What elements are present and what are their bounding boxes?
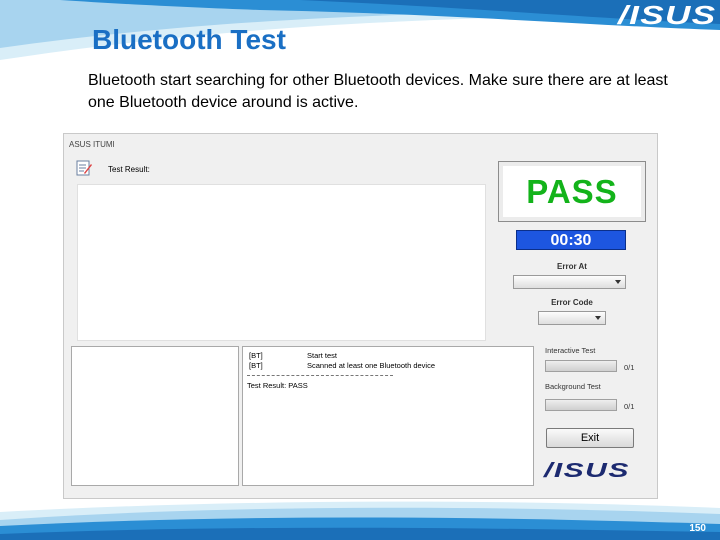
app-window-title: ASUS ITUMI (69, 140, 115, 149)
slide: /ISUS Bluetooth Test Bluetooth start sea… (0, 0, 720, 540)
chevron-down-icon (595, 316, 601, 320)
test-result-icon (76, 160, 92, 176)
bottom-banner (0, 501, 720, 540)
log-output[interactable]: [BT] Start test [BT] Scanned at least one … (242, 346, 534, 486)
background-test-progress (545, 399, 617, 411)
log-separator (247, 375, 393, 376)
test-result-label: Test Result: (108, 165, 150, 174)
chevron-down-icon (615, 280, 621, 284)
test-result-area (77, 184, 486, 341)
status-text: PASS (526, 172, 618, 210)
interactive-test-count: 0/1 (624, 363, 635, 372)
slide-title: Bluetooth Test (92, 24, 286, 55)
item-list-box[interactable] (71, 346, 239, 486)
error-at-label: Error At (557, 262, 587, 271)
log-message: Scanned at least one Bluetooth device (307, 361, 436, 370)
countdown-timer: 00:30 (516, 230, 626, 250)
interactive-test-progress (545, 360, 617, 372)
interactive-test-label: Interactive Test (545, 346, 596, 355)
background-test-count: 0/1 (624, 402, 635, 411)
log-message: Start test (307, 351, 338, 360)
log-line: [BT] Scanned at least one Bluetooth devic… (249, 361, 435, 370)
background-test-label: Background Test (545, 382, 601, 391)
page-number: 150 (689, 523, 706, 534)
status-panel: PASS (498, 161, 646, 222)
error-code-dropdown[interactable] (538, 311, 606, 325)
log-line: [BT] Start test (249, 351, 337, 360)
log-tag: [BT] (249, 351, 263, 360)
log-tag: [BT] (249, 361, 263, 370)
slide-description: Bluetooth start searching for other Blue… (88, 72, 668, 111)
exit-button[interactable]: Exit (546, 428, 634, 448)
log-result-line: Test Result: PASS (247, 381, 308, 390)
error-at-dropdown[interactable] (513, 275, 626, 289)
error-code-label: Error Code (551, 298, 593, 307)
asus-app-logo: /ISUS (544, 460, 630, 482)
test-app-window: ASUS ITUMI Test Result: [BT] Start test [… (63, 133, 658, 499)
asus-logo: /ISUS (618, 0, 717, 30)
